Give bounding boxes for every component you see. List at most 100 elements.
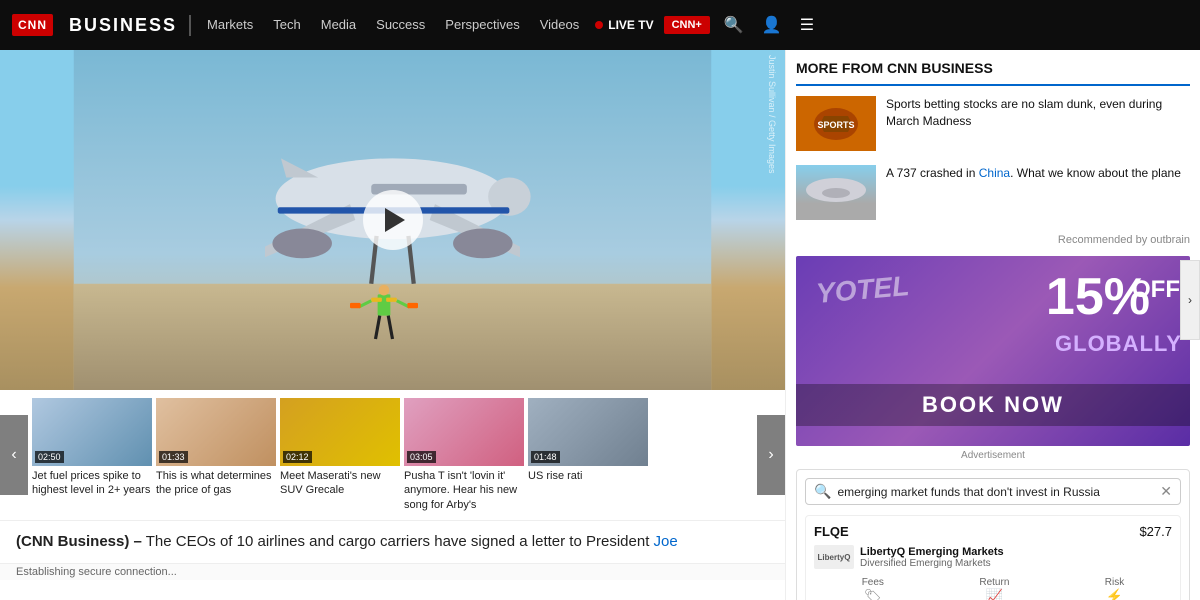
menu-icon: ☰ [800, 17, 814, 34]
search-input-row: 🔍 emerging market funds that don't inves… [805, 478, 1181, 505]
status-text: Establishing secure connection... [16, 566, 177, 578]
etf-fees-label: Fees [862, 577, 884, 588]
thumbnail-duration: 01:33 [159, 451, 188, 463]
thumbnail-image: 02:50 [32, 398, 152, 466]
return-icon: 📈 [979, 588, 1009, 600]
cnn-logo: CNN [12, 14, 53, 36]
thumbnail-caption: This is what determines the price of gas [156, 469, 276, 498]
sidebar-item[interactable]: A 737 crashed in China. What we know abo… [796, 165, 1190, 220]
thumbnail-caption: Jet fuel prices spike to highest level i… [32, 469, 152, 498]
video-copyright: Justin Sullivan / Getty Images [767, 55, 777, 174]
ad-brand: YOTEL [815, 272, 910, 308]
video-player[interactable]: Justin Sullivan / Getty Images [0, 50, 785, 390]
play-button[interactable] [363, 190, 423, 250]
nav-item-tech[interactable]: Tech [273, 17, 300, 32]
article-link[interactable]: Joe [654, 533, 678, 550]
nav-item-markets[interactable]: Markets [207, 17, 253, 32]
live-dot [595, 21, 603, 29]
sidebar-item-text-before: A 737 crashed in [886, 166, 979, 180]
etf-logo-area: LibertyQ LibertyQ Emerging Markets Diver… [814, 545, 1172, 569]
etf-risk-label: Risk [1105, 577, 1124, 588]
ad-banner[interactable]: YOTEL 15% OFF GLOBALLY BOOK NOW [796, 256, 1190, 446]
nav-item-perspectives[interactable]: Perspectives [445, 17, 519, 32]
thumbnail-image: 01:33 [156, 398, 276, 466]
ad-book-now-label[interactable]: BOOK NOW [796, 384, 1190, 426]
thumbnails-list: 02:50 Jet fuel prices spike to highest l… [28, 398, 757, 512]
etf-stat-return: Return 📈 [979, 577, 1009, 600]
nav-item-media[interactable]: Media [321, 17, 356, 32]
live-tv-indicator[interactable]: LIVE TV [595, 18, 653, 32]
main-nav: Markets Tech Media Success Perspectives … [207, 16, 579, 34]
search-widget: 🔍 emerging market funds that don't inves… [796, 469, 1190, 600]
sidebar-thumbnail [796, 165, 876, 220]
recommended-label: Recommended by outbrain [796, 234, 1190, 246]
article-text: (CNN Business) – The CEOs of 10 airlines… [0, 521, 785, 564]
thumbnails-next-button[interactable]: › [757, 415, 785, 495]
etf-logo: LibertyQ [814, 545, 854, 569]
search-widget-query: emerging market funds that don't invest … [837, 485, 1154, 499]
etf-stats: Fees 🏷 Return 📈 Risk ⚡ [814, 577, 1172, 600]
sidebar-thumbnail: SPORTS [796, 96, 876, 151]
sidebar-item-text: Sports betting stocks are no slam dunk, … [886, 96, 1190, 130]
thumbnail-image: 02:12 [280, 398, 400, 466]
thumbnail-duration: 02:50 [35, 451, 64, 463]
sidebar-item-text: A 737 crashed in China. What we know abo… [886, 165, 1181, 182]
status-bar: Establishing secure connection... [0, 563, 785, 580]
thumbnails-prev-button[interactable]: ‹ [0, 415, 28, 495]
search-clear-button[interactable]: ✕ [1160, 483, 1172, 500]
etf-stat-risk: Risk ⚡ [1105, 577, 1124, 600]
risk-icon: ⚡ [1105, 588, 1124, 600]
thumbnail-item[interactable]: 03:05 Pusha T isn't 'lovin it' anymore. … [404, 398, 524, 512]
search-icon: 🔍 [724, 17, 744, 34]
thumbnail-image: 01:48 [528, 398, 648, 466]
sidebar-item-link[interactable]: China [979, 166, 1010, 180]
account-button[interactable]: 👤 [758, 11, 786, 39]
scroll-right-indicator[interactable]: › [1180, 260, 1200, 340]
thumbnail-image: 03:05 [404, 398, 524, 466]
video-background: Justin Sullivan / Getty Images [0, 50, 785, 390]
live-tv-label: LIVE TV [608, 18, 653, 32]
thumbnail-caption: US rise rati [528, 469, 648, 483]
sidebar-item-text-after: . What we know about the plane [1010, 166, 1181, 180]
nav-item-success[interactable]: Success [376, 17, 425, 32]
main-content: Justin Sullivan / Getty Images ‹ 02:50 J… [0, 50, 1200, 600]
sidebar-item[interactable]: SPORTS Sports betting stocks are no slam… [796, 96, 1190, 151]
thumbnail-caption: Pusha T isn't 'lovin it' anymore. Hear h… [404, 469, 524, 512]
thumbnails-row: ‹ 02:50 Jet fuel prices spike to highest… [0, 390, 785, 521]
etf-header: FLQE $27.7 [814, 524, 1172, 539]
ad-off-label: OFF [1132, 276, 1180, 304]
video-section: Justin Sullivan / Getty Images ‹ 02:50 J… [0, 50, 785, 600]
right-sidebar: MORE FROM CNN BUSINESS SPORTS Sports bet… [785, 50, 1200, 600]
thumbnail-item[interactable]: 01:33 This is what determines the price … [156, 398, 276, 512]
thumbnail-item[interactable]: 01:48 US rise rati [528, 398, 648, 512]
etf-return-label: Return [979, 577, 1009, 588]
thumbnail-caption: Meet Maserati's new SUV Grecale [280, 469, 400, 498]
etf-stat-fees: Fees 🏷 [862, 577, 884, 600]
thumbnail-duration: 03:05 [407, 451, 436, 463]
etf-name: LibertyQ Emerging Markets [860, 546, 1004, 558]
thumbnail-item[interactable]: 02:50 Jet fuel prices spike to highest l… [32, 398, 152, 512]
account-icon: 👤 [762, 17, 782, 34]
fees-icon: 🏷 [862, 588, 884, 600]
ad-globally-label: GLOBALLY [1055, 331, 1182, 357]
etf-category: Diversified Emerging Markets [860, 558, 1004, 569]
ad-label: Advertisement [796, 450, 1190, 461]
search-button[interactable]: 🔍 [720, 11, 748, 39]
etf-ticker: FLQE [814, 524, 849, 539]
svg-text:SPORTS: SPORTS [817, 120, 854, 130]
article-body: The CEOs of 10 airlines and cargo carrie… [146, 533, 678, 550]
header-right: LIVE TV CNN+ 🔍 👤 ☰ [595, 11, 818, 39]
business-logo: BUSINESS [69, 15, 191, 36]
etf-price: $27.7 [1139, 524, 1172, 539]
article-source: (CNN Business) – [16, 533, 142, 550]
thumbnail-duration: 02:12 [283, 451, 312, 463]
site-header: CNN BUSINESS Markets Tech Media Success … [0, 0, 1200, 50]
sidebar-title: MORE FROM CNN BUSINESS [796, 50, 1190, 86]
thumbnail-item[interactable]: 02:12 Meet Maserati's new SUV Grecale [280, 398, 400, 512]
nav-item-videos[interactable]: Videos [540, 17, 580, 32]
menu-button[interactable]: ☰ [796, 11, 818, 39]
etf-card[interactable]: FLQE $27.7 LibertyQ LibertyQ Emerging Ma… [805, 515, 1181, 600]
thumbnail-duration: 01:48 [531, 451, 560, 463]
cnn-plus-badge[interactable]: CNN+ [664, 16, 710, 34]
search-widget-icon: 🔍 [814, 483, 831, 500]
